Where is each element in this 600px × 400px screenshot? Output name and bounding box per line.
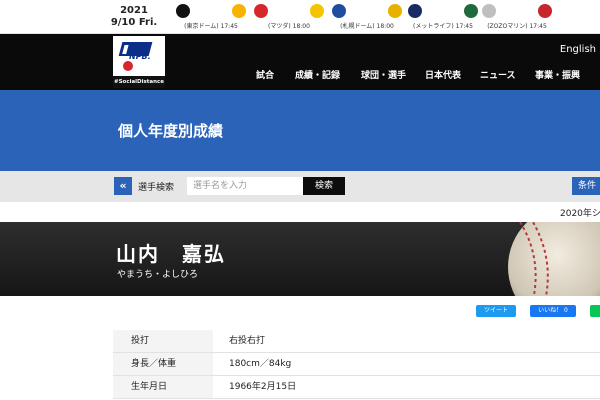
nav-item-business[interactable]: 事業・振興 [535, 68, 580, 81]
nav-item-national-team[interactable]: 日本代表 [425, 68, 461, 81]
game-venue-time: (マツダ) 18:00 [268, 23, 310, 30]
profile-label: 投打 [113, 330, 213, 352]
back-chevron-icon[interactable]: « [114, 177, 132, 195]
team-logo-icon [232, 4, 246, 18]
title-band: 個人年度別成績 [0, 90, 600, 171]
profile-label: 生年月日 [113, 376, 213, 398]
team-logo-icon [538, 4, 552, 18]
nav-item-stats[interactable]: 成績・記録 [295, 68, 340, 81]
baseball-icon [508, 222, 600, 296]
table-row: 身長／体重 180cm／84kg [113, 353, 600, 376]
player-name: 山内 嘉弘 [116, 242, 226, 266]
team-logo-icon [332, 4, 346, 18]
nav-item-teams[interactable]: 球団・選手 [361, 68, 406, 81]
game-team-logos [328, 3, 406, 19]
game-venue-time: (メットライフ) 17:45 [413, 23, 473, 30]
year-row: 2020年シー [0, 202, 600, 222]
game-card[interactable]: (東京ドーム) 17:45 [172, 3, 250, 33]
condition-search-button[interactable]: 条件 [572, 177, 600, 195]
search-button[interactable]: 検索 [303, 177, 345, 195]
game-team-logos [250, 3, 328, 19]
game-venue-time: (札幌ドーム) 18:00 [340, 23, 394, 30]
season-link[interactable]: 2020年シー [560, 206, 600, 219]
share-row: ツイート いいね！ 0 [0, 296, 600, 326]
schedule-day: 9/10 Fri. [110, 17, 158, 28]
game-card[interactable]: (メットライフ) 17:45 [404, 3, 482, 33]
game-team-logos [404, 3, 482, 19]
team-logo-icon [408, 4, 422, 18]
profile-label: 身長／体重 [113, 353, 213, 375]
game-card[interactable]: (ZOZOマリン) 17:45 [478, 3, 556, 33]
logo-text: NPB. [129, 52, 151, 61]
team-logo-icon [388, 4, 402, 18]
tweet-button[interactable]: ツイート [476, 305, 516, 317]
player-search-bar: « 選手検索 検索 条件 [0, 171, 600, 202]
main-nav: 試合 成績・記録 球団・選手 日本代表 ニュース 事業・振興 [0, 68, 600, 84]
english-link[interactable]: English [560, 44, 596, 55]
nav-item-games[interactable]: 試合 [256, 68, 274, 81]
profile-value: 1966年2月15日 [229, 382, 297, 392]
player-banner: 山内 嘉弘 やまうち・よしひろ [0, 222, 600, 296]
search-input[interactable] [187, 177, 303, 195]
team-logo-icon [254, 4, 268, 18]
schedule-date: 2021 9/10 Fri. [104, 5, 164, 31]
game-card[interactable]: (マツダ) 18:00 [250, 3, 328, 33]
game-team-logos [478, 3, 556, 19]
table-row: 生年月日 1966年2月15日 [113, 376, 600, 399]
player-name-kana: やまうち・よしひろ [117, 270, 199, 280]
table-row: 投打 右投右打 [113, 330, 600, 353]
player-profile-table: 投打 右投右打 身長／体重 180cm／84kg 生年月日 1966年2月15日 [113, 330, 600, 399]
line-share-icon[interactable] [590, 305, 600, 317]
team-logo-icon [464, 4, 478, 18]
game-card[interactable]: (札幌ドーム) 18:00 [328, 3, 406, 33]
nav-item-news[interactable]: ニュース [480, 68, 516, 81]
game-venue-time: (ZOZOマリン) 17:45 [487, 23, 547, 30]
game-team-logos [172, 3, 250, 19]
team-logo-icon [176, 4, 190, 18]
team-logo-icon [482, 4, 496, 18]
profile-value: 右投右打 [229, 336, 266, 346]
site-header: NPB. #SocialDistance English 試合 成績・記録 球団… [0, 34, 600, 90]
schedule-year: 2021 [120, 5, 148, 16]
score-strip: 2021 9/10 Fri. (東京ドーム) 17:45 (マツダ) 18:00… [0, 0, 600, 34]
facebook-like-button[interactable]: いいね！ 0 [530, 305, 576, 317]
search-label: 選手検索 [138, 183, 175, 193]
profile-value: 180cm／84kg [229, 359, 292, 369]
team-logo-icon [310, 4, 324, 18]
page-title: 個人年度別成績 [118, 122, 224, 140]
game-venue-time: (東京ドーム) 17:45 [184, 23, 238, 30]
